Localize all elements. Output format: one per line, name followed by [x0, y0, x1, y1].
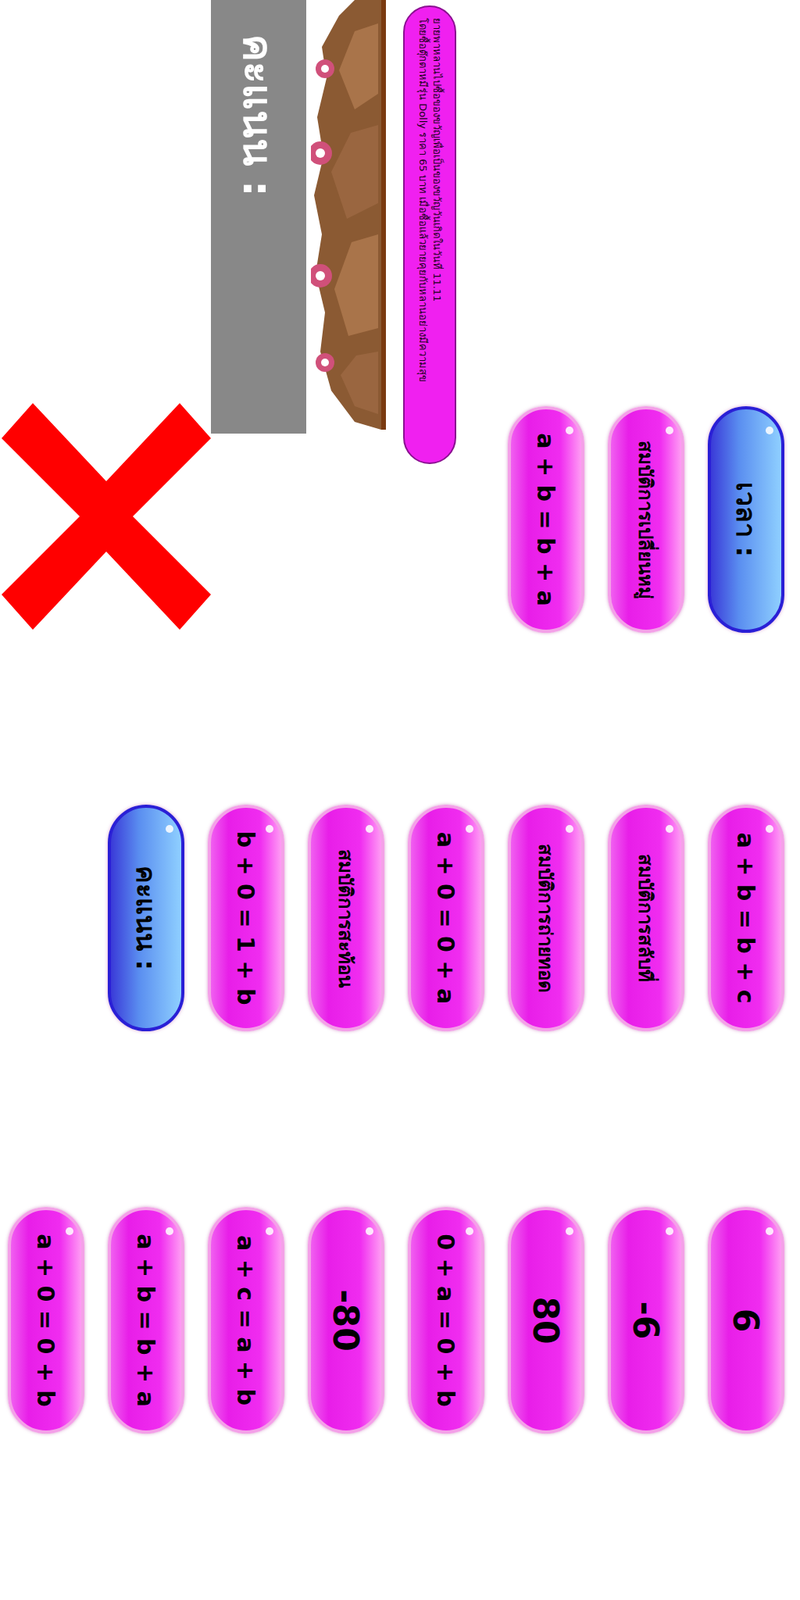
answer-card[interactable]: a + b = b + a [107, 1207, 185, 1434]
answer-card[interactable]: สมบัติการสลับที่ [607, 804, 685, 1032]
status-label: เวลา : [707, 406, 785, 633]
left-area: เวลา : สมบัติการเปลี่ยนหมู่ a + b = b + a ย… [1, 0, 800, 805]
middle-card-stack: a + b = b + c สมบัติการสลับที่ สมบัติการถ่… [107, 804, 800, 1032]
answer-card[interactable]: สมบัติการถ่ายทอด [507, 804, 585, 1032]
answer-card[interactable]: a + 0 = 0 + b [7, 1207, 85, 1434]
answer-card[interactable]: -6 [607, 1207, 685, 1434]
cliff-icon [310, 0, 386, 430]
story-banner: ยายพาหลานไปซื้อของขวัญเพื่อเป็นของขวัญวั… [403, 5, 457, 465]
answer-card[interactable]: 80 [507, 1207, 585, 1434]
wrong-cross-icon [1, 403, 211, 630]
answer-card[interactable]: สมบัติการสะท้อน [307, 804, 385, 1032]
answer-card[interactable]: a + 0 = 0 + a [407, 804, 485, 1032]
answer-card[interactable]: a + c = a + b [207, 1207, 285, 1434]
answer-card[interactable]: สมบัติการเปลี่ยนหมู่ [607, 406, 685, 633]
answer-card[interactable]: a + b = b + a [507, 406, 585, 633]
status-label: คะแนน : [107, 804, 185, 1032]
top-card-stack: เวลา : สมบัติการเปลี่ยนหมู่ a + b = b + a [507, 406, 785, 633]
answer-card[interactable]: 0 + a = 0 + b [407, 1207, 485, 1434]
game-board: เวลา : สมบัติการเปลี่ยนหมู่ a + b = b + a ย… [0, 0, 800, 1600]
answer-card[interactable]: b + 0 = 1 + b [207, 804, 285, 1032]
story-line: โดยซื้อตุ๊กตาหมีรุ่น Dolly ราคา 65 บาท เ… [415, 17, 430, 452]
answer-card[interactable]: -80 [307, 1207, 385, 1434]
story-line: ยายพาหลานไปซื้อของขวัญเพื่อเป็นของขวัญวั… [429, 17, 444, 452]
answer-card[interactable]: a + b = b + c [707, 804, 785, 1032]
score-box: คะแนน : [210, 0, 307, 434]
answer-card[interactable]: 6 [707, 1207, 785, 1434]
right-card-stack: 6-680 0 + a = 0 + b -80 a + c = a + b a + b … [7, 1207, 800, 1434]
